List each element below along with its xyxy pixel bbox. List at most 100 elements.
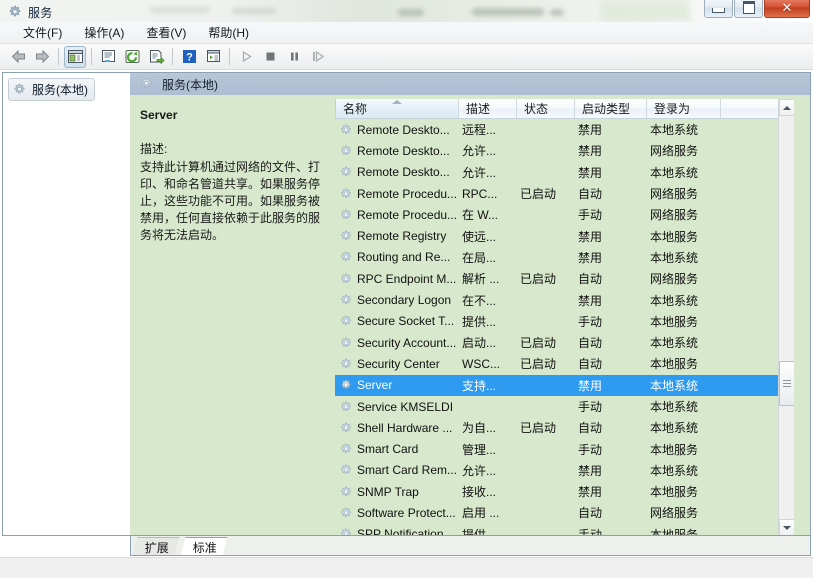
view-tabs: 扩展 标准 (130, 536, 811, 556)
table-row[interactable]: Remote Procedu... RPC... 已启动 自动 网络服务 (335, 183, 794, 204)
cell-log-on-as: 网络服务 (650, 187, 699, 202)
column-name[interactable]: 名称 (335, 99, 459, 118)
toolbar-export-list[interactable] (145, 46, 167, 68)
table-row[interactable]: SPP Notification 提供... 手动 本地服务 (335, 524, 794, 536)
gear-icon (340, 188, 352, 200)
cell-description: 支持... (462, 378, 497, 393)
cell-description: 为自... (462, 421, 497, 436)
cell-log-on-as: 本地系统 (650, 400, 699, 414)
list-vertical-scrollbar[interactable] (778, 99, 794, 535)
cell-log-on-as: 本地服务 (650, 314, 699, 329)
cell-log-on-as: 本地系统 (650, 378, 699, 393)
column-filler[interactable] (721, 99, 778, 118)
cell-log-on-as: 本地系统 (650, 293, 699, 308)
close-button[interactable]: ✕ (764, 0, 810, 18)
table-row[interactable]: Smart Card 管理... 手动 本地服务 (335, 438, 794, 459)
column-status[interactable]: 状态 (517, 99, 575, 118)
table-row[interactable]: Remote Deskto... 允许... 禁用 本地系统 (335, 162, 794, 183)
cell-service-name: Secure Socket T... (335, 314, 459, 328)
column-log-on-as[interactable]: 登录为 (647, 99, 721, 118)
toolbar-show-console-tree[interactable] (64, 45, 86, 68)
table-row[interactable]: RPC Endpoint M... 解析 ... 已启动 自动 网络服务 (335, 268, 794, 289)
cell-description: 管理... (462, 442, 497, 457)
column-status-label: 状态 (524, 102, 549, 116)
gear-icon (140, 77, 154, 91)
toolbar-help[interactable]: ? (178, 46, 200, 68)
cell-startup-type: 禁用 (578, 250, 603, 265)
cell-log-on-as: 网络服务 (650, 506, 699, 521)
tab-extended-label: 扩展 (144, 540, 169, 555)
toolbar-start-service[interactable] (235, 46, 257, 68)
column-startup-type[interactable]: 启动类型 (575, 99, 647, 118)
tab-extended[interactable]: 扩展 (132, 537, 180, 555)
tab-standard[interactable]: 标准 (180, 537, 228, 555)
toolbar-forward[interactable] (31, 46, 53, 68)
service-name-text: Remote Procedu... (357, 207, 458, 222)
toolbar-properties[interactable] (97, 46, 119, 68)
cell-service-name: Shell Hardware ... (335, 421, 459, 435)
toolbar-pause-service[interactable] (283, 46, 305, 68)
toolbar-restart-service[interactable] (307, 46, 329, 68)
table-row[interactable]: Remote Deskto... 远程... 禁用 本地系统 (335, 119, 794, 140)
cell-description: 提供... (462, 527, 497, 536)
column-log-on-as-label: 登录为 (654, 102, 691, 116)
table-row[interactable]: Smart Card Rem... 允许... 禁用 本地系统 (335, 460, 794, 481)
menu-action[interactable]: 操作(A) (73, 22, 135, 43)
details-pane: 服务(本地) Server 描述: 支持此计算机通过网络的文件、打印、和命名管道… (130, 72, 811, 536)
table-row[interactable]: Remote Deskto... 允许... 禁用 网络服务 (335, 140, 794, 161)
cell-startup-type: 禁用 (578, 293, 603, 308)
cell-service-name: Security Account... (335, 336, 459, 350)
maximize-button[interactable] (734, 0, 763, 18)
menu-bar: 文件(F) 操作(A) 查看(V) 帮助(H) (0, 22, 813, 44)
table-row[interactable]: Routing and Re... 在局... 禁用 本地系统 (335, 247, 794, 268)
table-row[interactable]: Security Center WSC... 已启动 自动 本地服务 (335, 353, 794, 374)
cell-startup-type: 自动 (578, 272, 603, 287)
table-row[interactable]: Security Account... 启动... 已启动 自动 本地系统 (335, 332, 794, 353)
toolbar-refresh[interactable] (121, 46, 143, 68)
cell-startup-type: 手动 (578, 208, 603, 223)
table-row[interactable]: Shell Hardware ... 为自... 已启动 自动 本地系统 (335, 417, 794, 438)
menu-file[interactable]: 文件(F) (12, 22, 73, 43)
service-name-text: Remote Deskto... (357, 143, 450, 158)
toolbar-back[interactable] (7, 46, 29, 68)
service-name-text: Shell Hardware ... (357, 420, 453, 435)
gear-icon (340, 124, 352, 136)
description-label: 描述: (140, 142, 168, 156)
table-row[interactable]: Server 支持... 禁用 本地系统 (335, 374, 794, 396)
sidebar-item-services-local[interactable]: 服务(本地) (8, 78, 95, 101)
table-row[interactable]: Secondary Logon 在不... 禁用 本地系统 (335, 289, 794, 310)
table-row[interactable]: Service KMSELDI 手动 本地系统 (335, 396, 794, 417)
gear-icon (13, 83, 27, 97)
cell-status: 已启动 (520, 336, 557, 351)
gear-icon (340, 230, 352, 242)
toolbar-service-window[interactable] (202, 46, 224, 68)
toolbar-stop-service[interactable] (259, 46, 281, 68)
close-icon: ✕ (781, 0, 793, 15)
cell-status: 已启动 (520, 357, 557, 372)
menu-view[interactable]: 查看(V) (135, 22, 197, 43)
cell-description: RPC... (462, 186, 498, 201)
table-row[interactable]: Remote Procedu... 在 W... 手动 网络服务 (335, 204, 794, 225)
cell-log-on-as: 本地服务 (650, 442, 699, 457)
window-controls: ✕ (703, 0, 810, 18)
scrollbar-thumb[interactable] (779, 361, 794, 406)
gear-icon (340, 251, 352, 263)
table-row[interactable]: Software Protect... 启用 ... 自动 网络服务 (335, 502, 794, 523)
table-row[interactable]: Remote Registry 使远... 禁用 本地服务 (335, 225, 794, 246)
gear-icon (340, 443, 352, 455)
scroll-up-button[interactable] (779, 99, 794, 116)
menu-help[interactable]: 帮助(H) (197, 22, 260, 43)
service-name-text: Remote Deskto... (357, 122, 450, 137)
minimize-icon (712, 8, 725, 13)
service-name-text: Remote Registry (357, 229, 447, 244)
services-window: ✕ 服务 文件(F) 操作(A) 查看(V) 帮助(H) ? 服务(本地) 服务… (0, 0, 813, 578)
cell-log-on-as: 本地系统 (650, 250, 699, 265)
gear-icon (340, 486, 352, 498)
gear-icon (340, 464, 352, 476)
table-row[interactable]: Secure Socket T... 提供... 手动 本地服务 (335, 311, 794, 332)
cell-service-name: Remote Deskto... (335, 123, 459, 137)
table-row[interactable]: SNMP Trap 接收... 禁用 本地服务 (335, 481, 794, 502)
column-description[interactable]: 描述 (459, 99, 517, 118)
scroll-down-button[interactable] (779, 519, 794, 535)
minimize-button[interactable] (704, 0, 733, 18)
